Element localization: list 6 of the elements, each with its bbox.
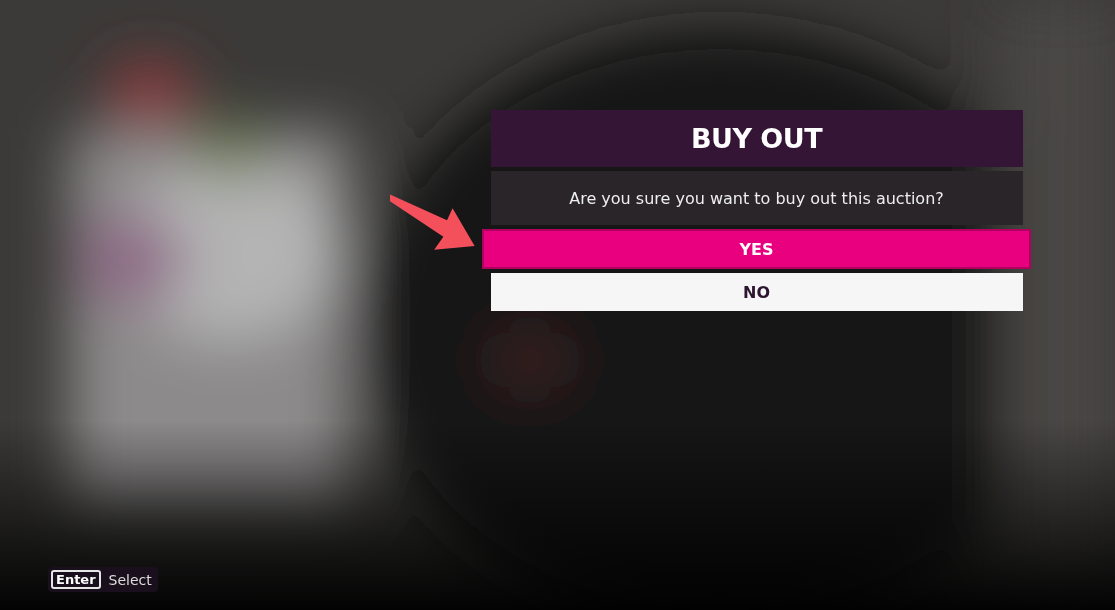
- hint-label: Select: [108, 571, 152, 588]
- dialog-title: BUY OUT: [490, 110, 1023, 167]
- option-button[interactable]: YES: [482, 229, 1031, 269]
- dialog-message: Are you sure you want to buy out this auction?: [490, 171, 1023, 225]
- option-button[interactable]: NO: [490, 273, 1023, 311]
- key-badge: Enter: [51, 570, 101, 589]
